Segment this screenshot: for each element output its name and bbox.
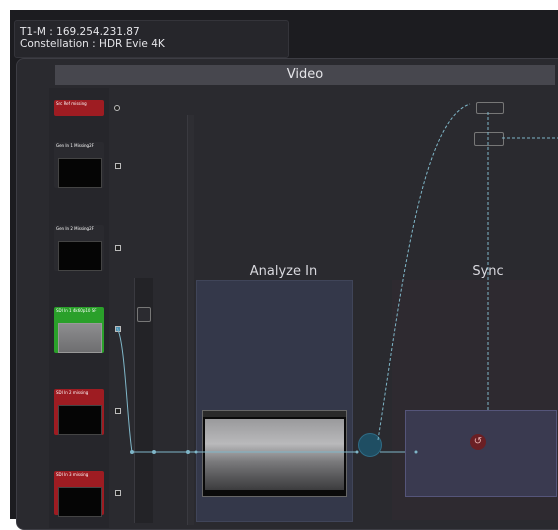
connection-lines [116,103,558,454]
